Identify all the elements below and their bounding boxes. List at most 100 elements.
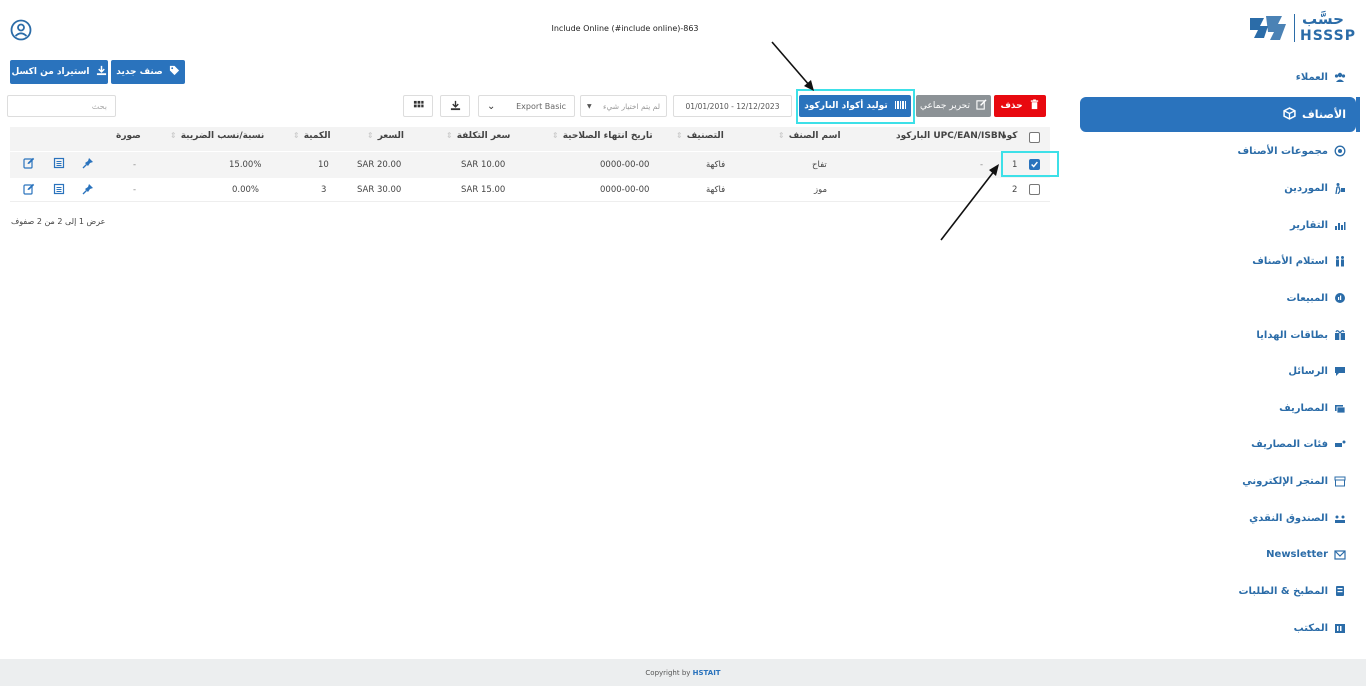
pin-icon[interactable] — [82, 157, 94, 169]
sidebar-item-label: استلام الأصناف — [1252, 255, 1328, 267]
cell-cost: SAR 15.00 — [461, 185, 506, 195]
logo-divider — [1294, 14, 1295, 42]
sidebar-item-label: المتجر الإلكتروني — [1242, 475, 1328, 487]
table-row[interactable] — [10, 178, 1050, 202]
row-checkbox[interactable] — [1029, 159, 1040, 170]
cell-qty: 10 — [318, 160, 329, 170]
sidebar-item-label: الرسائل — [1288, 365, 1328, 377]
sidebar-item-newsletter[interactable]: Newsletter — [1266, 544, 1346, 564]
sidebar-item-cashbox[interactable]: الصندوق النقدي — [1249, 508, 1346, 528]
logo-english: HSSSP — [1300, 28, 1356, 44]
sidebar-item-receiving[interactable]: استلام الأصناف — [1252, 251, 1346, 271]
sort-icon: ⇕ — [367, 131, 374, 140]
cell-expiry: 0000-00-00 — [600, 185, 650, 195]
sidebar-item-online-store[interactable]: المتجر الإلكتروني — [1242, 471, 1346, 491]
edit-icon — [976, 99, 987, 113]
details-icon[interactable] — [53, 183, 65, 195]
column-header-name[interactable]: اسم الصنف⇕ — [778, 131, 841, 141]
select-all-checkbox[interactable] — [1029, 132, 1040, 143]
active-indicator — [1356, 97, 1360, 132]
expense-category-icon — [1334, 438, 1346, 450]
cell-code: 2 — [1012, 185, 1018, 195]
delete-button[interactable]: حذف — [994, 95, 1046, 117]
sidebar-item-item-groups[interactable]: مجموعات الأصناف — [1238, 141, 1346, 161]
column-header-barcode[interactable]: UPC/EAN/ISBN الباركود — [896, 131, 1005, 141]
sidebar-item-items[interactable]: الأصناف — [1080, 97, 1360, 132]
sidebar-item-expense-categories[interactable]: فئات المصاريف — [1251, 434, 1346, 454]
download-icon — [96, 65, 107, 79]
columns-toggle-button[interactable] — [403, 95, 433, 117]
search-placeholder: بحث — [91, 101, 107, 111]
sidebar-item-reports[interactable]: التقارير — [1290, 215, 1346, 235]
sidebar-item-gift-cards[interactable]: بطاقات الهدايا — [1256, 325, 1346, 345]
annotation-arrow — [940, 164, 999, 241]
sidebar-item-label: الأصناف — [1302, 108, 1346, 121]
sidebar-item-customers[interactable]: العملاء — [1296, 67, 1346, 87]
store-icon — [1334, 475, 1346, 487]
row-checkbox[interactable] — [1029, 184, 1040, 195]
sidebar-item-expenses[interactable]: المصاريف — [1279, 398, 1346, 418]
sort-icon: ⇕ — [552, 131, 559, 140]
circle-group-icon — [1334, 145, 1346, 157]
sidebar-item-office[interactable]: المكتب — [1294, 618, 1346, 638]
barcode-icon — [894, 99, 906, 114]
export-dropdown-button[interactable] — [440, 95, 470, 117]
cell-image: - — [133, 185, 137, 195]
column-header-label: السعر — [377, 131, 405, 141]
brand-logo[interactable]: حسَّب HSSSP — [1246, 10, 1358, 46]
sidebar-item-suppliers[interactable]: الموردين — [1284, 178, 1346, 198]
page-title: Include Online (#include online)-863 — [551, 24, 699, 33]
column-header-cost[interactable]: سعر التكلفة⇕ — [446, 131, 510, 141]
table-row[interactable] — [10, 152, 1050, 178]
expenses-icon — [1334, 402, 1346, 414]
delete-label: حذف — [1000, 101, 1023, 111]
sidebar-item-kitchen-orders[interactable]: المطبخ & الطلبات — [1239, 581, 1347, 601]
export-select[interactable]: ⌄ Export Basic — [478, 95, 575, 117]
sidebar-item-label: المكتب — [1293, 622, 1328, 634]
box-icon — [1283, 106, 1296, 123]
pagination-summary: عرض 1 إلى 2 من 2 صفوف — [11, 217, 106, 226]
column-header-label: الكمية — [303, 131, 331, 141]
column-header-label: التصنيف — [686, 131, 724, 141]
column-header-label: اسم الصنف — [788, 131, 841, 141]
trash-icon — [1029, 99, 1040, 113]
cell-tax: 15.00% — [229, 160, 262, 170]
filter-select[interactable]: ▼ لم يتم اختيار شيء — [580, 95, 667, 117]
new-item-button[interactable]: صنف جديد — [111, 60, 185, 84]
newsletter-icon — [1334, 548, 1346, 560]
date-range-input[interactable]: 01/01/2010 - 12/12/2023 — [673, 95, 792, 117]
cell-code: 1 — [1012, 160, 1018, 170]
sidebar-item-label: مجموعات الأصناف — [1237, 145, 1328, 157]
sidebar-item-label: بطاقات الهدايا — [1256, 329, 1328, 341]
copyright-brand[interactable]: HSTAIT — [693, 669, 721, 677]
column-header-qty[interactable]: الكمية⇕ — [293, 131, 331, 141]
column-header-category[interactable]: التصنيف⇕ — [676, 131, 724, 141]
import-excel-button[interactable]: استيراد من اكسل — [10, 60, 108, 84]
column-header-expiry[interactable]: تاريخ انتهاء الصلاحية⇕ — [552, 131, 653, 141]
sidebar-item-messages[interactable]: الرسائل — [1288, 361, 1346, 381]
generate-barcodes-button[interactable]: توليد أكواد الباركود — [799, 95, 911, 117]
cell-cost: SAR 10.00 — [461, 160, 506, 170]
sidebar-item-sales[interactable]: المبيعات — [1287, 288, 1347, 308]
copyright-text: Copyright by — [645, 668, 691, 677]
grid-icon — [413, 100, 424, 113]
edit-icon[interactable] — [23, 157, 35, 169]
download-icon — [450, 100, 461, 113]
pin-icon[interactable] — [82, 183, 94, 195]
details-icon[interactable] — [53, 157, 65, 169]
supplier-icon — [1334, 182, 1346, 194]
column-header-tax[interactable]: نسبة/نسب الضريبة⇕ — [170, 131, 264, 141]
column-header-price[interactable]: السعر⇕ — [367, 131, 404, 141]
cell-price: SAR 30.00 — [357, 185, 402, 195]
new-item-label: صنف جديد — [116, 67, 163, 77]
filter-placeholder: لم يتم اختيار شيء — [603, 101, 660, 111]
logo-arabic: حسَّب — [1302, 10, 1344, 28]
edit-icon[interactable] — [23, 183, 35, 195]
logo-mark-icon — [1250, 16, 1286, 40]
cell-tax: 0.00% — [232, 185, 260, 195]
table-header — [10, 127, 1050, 151]
cell-expiry: 0000-00-00 — [600, 160, 650, 170]
search-input[interactable]: بحث — [7, 95, 116, 117]
bulk-edit-button[interactable]: تحرير جماعي — [916, 95, 991, 117]
user-profile-icon[interactable] — [10, 19, 32, 41]
